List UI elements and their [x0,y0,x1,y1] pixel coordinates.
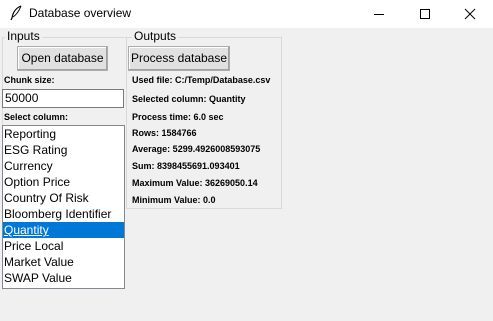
chunk-size-label: Chunk size: [4,75,55,85]
list-item[interactable]: SWAP Value [3,270,124,286]
minimize-button[interactable] [356,0,402,28]
close-icon [464,8,476,20]
list-item[interactable]: Bloomberg Identifier [3,206,124,222]
list-item[interactable]: Reporting [3,126,124,142]
minimize-icon [374,14,384,15]
title-bar[interactable]: Database overview [0,0,493,28]
list-item[interactable]: Currency [3,158,124,174]
column-listbox[interactable]: Reporting ESG Rating Currency Option Pri… [2,125,125,289]
feather-icon [9,5,23,21]
select-column-label: Select column: [4,112,69,122]
list-item[interactable]: Price Local [3,238,124,254]
minimum-value-text: Minimum Value: 0.0 [132,195,216,205]
process-database-button[interactable]: Process database [128,46,230,71]
list-item[interactable]: Option Price [3,174,124,190]
maximum-value-text: Maximum Value: 36269050.14 [132,178,258,188]
open-database-button[interactable]: Open database [17,46,108,71]
list-item[interactable]: Quantity [3,222,124,238]
list-item[interactable]: Market Value [3,254,124,270]
close-button[interactable] [447,0,493,28]
selected-column-text: Selected column: Quantity [132,94,246,104]
chunk-size-input[interactable]: 50000 [2,89,124,108]
list-item[interactable]: ESG Rating [3,142,124,158]
process-time-text: Process time: 6.0 sec [132,112,224,122]
rows-text: Rows: 1584766 [132,128,197,138]
sum-text: Sum: 8398455691.093401 [132,161,240,171]
outputs-group-label: Outputs [132,29,179,43]
inputs-group-label: Inputs [5,29,42,43]
list-item[interactable]: Country Of Risk [3,190,124,206]
window-title: Database overview [29,6,132,20]
average-text: Average: 5299.4926008593075 [132,144,261,154]
maximize-icon [420,9,430,19]
used-file-text: Used file: C:/Temp/Database.csv [132,75,271,85]
maximize-button[interactable] [402,0,448,28]
